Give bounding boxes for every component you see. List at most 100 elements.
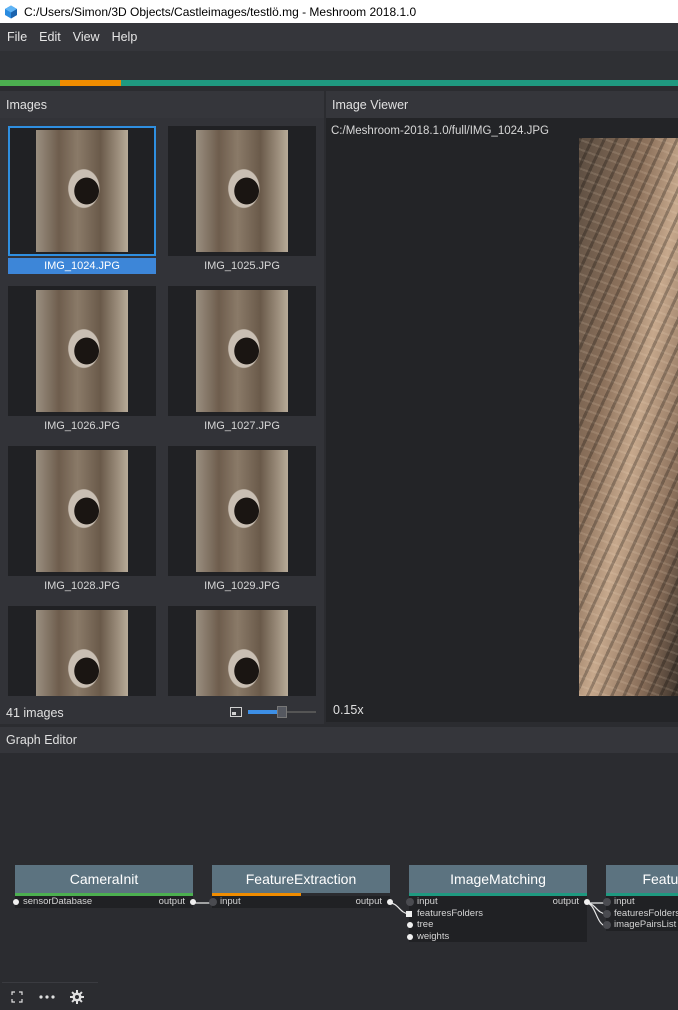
graph-editor-title: Graph Editor bbox=[6, 733, 77, 747]
input-pin[interactable] bbox=[209, 898, 217, 906]
progress-segment-pending bbox=[120, 80, 678, 86]
output-pin[interactable] bbox=[387, 899, 393, 905]
output-label: output bbox=[355, 896, 382, 907]
node-attribute[interactable]: tree bbox=[407, 919, 587, 931]
image-viewer-title: Image Viewer bbox=[332, 97, 409, 112]
node-attribute[interactable]: featuresFolders bbox=[406, 908, 587, 920]
more-button[interactable] bbox=[32, 984, 62, 1010]
image-thumbnail[interactable]: IMG_1024.JPG bbox=[8, 126, 156, 274]
menu-file[interactable]: File bbox=[0, 30, 33, 44]
image-viewer-panel: Image Viewer C:/Meshroom-2018.1.0/full/I… bbox=[326, 91, 678, 724]
thumbnail-label: IMG_1026.JPG bbox=[44, 420, 120, 432]
thumbnail-frame bbox=[168, 286, 316, 416]
node-featureextraction[interactable]: FeatureExtraction input output bbox=[209, 865, 393, 908]
image-thumbnail[interactable]: IMG_1026.JPG bbox=[8, 286, 156, 434]
pipeline-progress-bar bbox=[0, 80, 678, 86]
image-thumbnail[interactable]: IMG_1027.JPG bbox=[168, 286, 316, 434]
node-attribute[interactable]: sensorDatabase output bbox=[13, 896, 196, 908]
image-thumbnail[interactable]: IMG_1025.JPG bbox=[168, 126, 316, 274]
thumbnail-label: IMG_1027.JPG bbox=[204, 420, 280, 432]
slider-handle[interactable] bbox=[277, 706, 287, 718]
tree-photo bbox=[196, 450, 288, 572]
viewer-image bbox=[579, 138, 678, 696]
progress-segment-done bbox=[0, 80, 60, 86]
attribute-label: input bbox=[614, 896, 635, 907]
tree-photo bbox=[36, 130, 128, 252]
fit-view-icon bbox=[11, 990, 23, 1003]
graph-editor-header: Graph Editor bbox=[0, 727, 678, 753]
input-pin[interactable] bbox=[603, 921, 611, 929]
progress-segment-running bbox=[59, 80, 121, 86]
attribute-label: tree bbox=[417, 919, 434, 930]
node-attribute[interactable]: weights bbox=[407, 931, 587, 943]
node-featurematching[interactable]: FeatureMatching input featuresFolders im… bbox=[603, 865, 678, 931]
attribute-label: input bbox=[417, 896, 438, 907]
menu-view[interactable]: View bbox=[67, 30, 106, 44]
input-pin[interactable] bbox=[603, 898, 611, 906]
settings-button[interactable] bbox=[62, 984, 92, 1010]
image-viewer-header: Image Viewer bbox=[326, 91, 678, 118]
node-title: FeatureExtraction bbox=[212, 865, 390, 893]
node-title: CameraInit bbox=[15, 865, 193, 893]
node-attribute[interactable]: featuresFolders bbox=[603, 907, 678, 920]
more-icon bbox=[39, 994, 55, 999]
input-pin[interactable] bbox=[407, 922, 413, 928]
thumbnail-frame bbox=[168, 606, 316, 696]
thumbnail-frame bbox=[168, 446, 316, 576]
thumbnail-frame bbox=[8, 286, 156, 416]
node-attributes: input output bbox=[209, 896, 393, 908]
image-thumbnail[interactable] bbox=[8, 606, 156, 696]
input-pin[interactable] bbox=[407, 933, 413, 940]
tree-photo bbox=[196, 290, 288, 412]
input-pin[interactable] bbox=[13, 899, 19, 905]
graph-editor-canvas[interactable]: CameraInit sensorDatabase output Feature… bbox=[0, 753, 678, 1010]
node-attribute[interactable]: input output bbox=[406, 896, 590, 908]
thumbnail-size-icon bbox=[230, 707, 242, 717]
menu-edit[interactable]: Edit bbox=[33, 30, 67, 44]
images-panel-title: Images bbox=[6, 97, 47, 112]
fit-view-button[interactable] bbox=[2, 984, 32, 1010]
attribute-label: input bbox=[220, 896, 241, 907]
output-label: output bbox=[552, 896, 579, 907]
graph-toolbar bbox=[2, 982, 98, 1010]
gear-icon bbox=[70, 989, 84, 1004]
image-thumbnail[interactable] bbox=[168, 606, 316, 696]
image-thumbnail[interactable]: IMG_1028.JPG bbox=[8, 446, 156, 594]
tree-photo bbox=[36, 610, 128, 696]
output-pin[interactable] bbox=[190, 899, 196, 905]
node-attribute[interactable]: input bbox=[603, 896, 678, 908]
thumbnail-frame bbox=[168, 126, 316, 256]
node-attribute[interactable]: imagePairsList bbox=[603, 919, 678, 931]
images-panel-header: Images bbox=[0, 91, 324, 118]
menu-bar: File Edit View Help bbox=[0, 23, 678, 51]
menu-help[interactable]: Help bbox=[106, 30, 144, 44]
zoom-level: 0.15x bbox=[333, 703, 364, 717]
images-grid: IMG_1024.JPG IMG_1025.JPG IMG_1026.JPG I… bbox=[0, 124, 324, 696]
images-panel: Images IMG_1024.JPG IMG_1025.JPG IMG_102… bbox=[0, 91, 324, 724]
window-title: C:/Users/Simon/3D Objects/Castleimages/t… bbox=[24, 4, 417, 19]
thumbnail-size-slider[interactable] bbox=[248, 706, 316, 718]
thumbnail-frame bbox=[8, 446, 156, 576]
window-titlebar: C:/Users/Simon/3D Objects/Castleimages/t… bbox=[0, 0, 678, 23]
tree-photo bbox=[36, 450, 128, 572]
input-pin[interactable] bbox=[406, 898, 414, 906]
attribute-label: sensorDatabase bbox=[23, 896, 93, 907]
thumbnail-frame bbox=[8, 606, 156, 696]
image-viewer-canvas[interactable]: C:/Meshroom-2018.1.0/full/IMG_1024.JPG 0… bbox=[326, 118, 678, 722]
node-camerainit[interactable]: CameraInit sensorDatabase output bbox=[13, 865, 196, 908]
tree-photo bbox=[196, 610, 288, 696]
image-thumbnail[interactable]: IMG_1029.JPG bbox=[168, 446, 316, 594]
tree-photo bbox=[36, 290, 128, 412]
thumbnail-label: IMG_1024.JPG bbox=[8, 258, 156, 274]
tree-photo bbox=[196, 130, 288, 252]
thumbnail-label: IMG_1025.JPG bbox=[204, 260, 280, 272]
node-attributes: sensorDatabase output bbox=[13, 896, 196, 908]
node-attribute[interactable]: input output bbox=[209, 896, 393, 908]
output-label: output bbox=[158, 896, 185, 907]
input-pin[interactable] bbox=[406, 910, 412, 917]
node-imagematching[interactable]: ImageMatching input output featuresFolde… bbox=[406, 865, 590, 942]
output-pin[interactable] bbox=[584, 899, 590, 905]
input-pin[interactable] bbox=[603, 909, 611, 918]
node-title: FeatureMatching bbox=[606, 865, 678, 893]
attribute-label: featuresFolders bbox=[614, 907, 678, 919]
